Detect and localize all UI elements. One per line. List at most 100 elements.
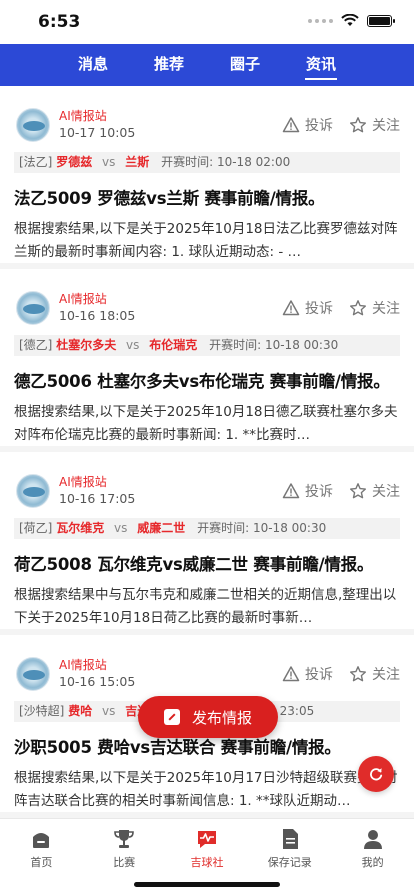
news-card[interactable]: AI情报站 10-17 10:05 投诉 关注 [法乙] 罗德兹 vs 兰斯 开… (0, 86, 414, 269)
kickoff-time: 10-18 00:30 (252, 521, 327, 535)
vs-label: vs (102, 155, 116, 169)
card-actions: 投诉 关注 (282, 664, 400, 684)
follow-label: 关注 (372, 118, 400, 134)
wifi-icon (341, 14, 359, 26)
post-time: 10-16 15:05 (59, 674, 136, 689)
league-tag: [荷乙] (19, 521, 53, 535)
home-team: 罗德兹 (56, 155, 93, 169)
card-actions: 投诉 关注 (282, 115, 400, 135)
report-button[interactable]: 投诉 (282, 115, 333, 135)
avatar[interactable] (16, 657, 50, 691)
post-time: 10-16 18:05 (59, 308, 136, 323)
home-team: 杜塞尔多夫 (56, 338, 117, 352)
match-info-bar: [荷乙] 瓦尔维克 vs 威廉二世 开赛时间: 10-18 00:30 (14, 518, 400, 539)
away-team: 兰斯 (125, 155, 150, 169)
author-name[interactable]: AI情报站 (59, 473, 107, 490)
tabbar-label: 我的 (361, 856, 384, 869)
news-title[interactable]: 德乙5006 杜塞尔多夫vs布伦瑞克 赛事前瞻/情报。 (14, 368, 400, 392)
home-indicator (134, 882, 280, 887)
tabbar-label: 比赛 (113, 856, 136, 869)
news-card[interactable]: AI情报站 10-16 17:05 投诉 关注 [荷乙] 瓦尔维克 vs 威廉二… (0, 452, 414, 635)
avatar[interactable] (16, 108, 50, 142)
report-label: 投诉 (305, 301, 333, 317)
star-icon (350, 117, 366, 133)
status-icons (308, 14, 395, 27)
news-summary[interactable]: 根据搜索结果,以下是关于2025年10月18日法乙比赛罗德兹对阵兰斯的最新时事新… (14, 218, 400, 264)
vs-label: vs (114, 521, 128, 535)
league-tag: [德乙] (19, 338, 53, 352)
warning-triangle-icon (282, 483, 300, 499)
author-name[interactable]: AI情报站 (59, 290, 107, 307)
report-button[interactable]: 投诉 (282, 298, 333, 318)
follow-button[interactable]: 关注 (349, 298, 400, 318)
kickoff-label: 开赛时间: (209, 338, 262, 352)
post-time: 10-16 17:05 (59, 491, 136, 506)
kickoff-label: 开赛时间: (161, 155, 214, 169)
follow-label: 关注 (372, 301, 400, 317)
news-title[interactable]: 荷乙5008 瓦尔维克vs威廉二世 赛事前瞻/情报。 (14, 551, 400, 575)
match-info-bar: [法乙] 罗德兹 vs 兰斯 开赛时间: 10-18 02:00 (14, 152, 400, 173)
star-icon (350, 483, 366, 499)
tab-messages[interactable]: 消息 (55, 44, 131, 86)
card-actions: 投诉 关注 (282, 481, 400, 501)
follow-label: 关注 (372, 667, 400, 683)
avatar[interactable] (16, 474, 50, 508)
document-icon (282, 829, 298, 849)
kickoff-label: 开赛时间: (197, 521, 250, 535)
league-tag: [法乙] (19, 155, 53, 169)
away-team: 布伦瑞克 (149, 338, 198, 352)
status-bar: 6:53 (0, 0, 414, 44)
report-button[interactable]: 投诉 (282, 481, 333, 501)
match-info-bar: [德乙] 杜塞尔多夫 vs 布伦瑞克 开赛时间: 10-18 00:30 (14, 335, 400, 356)
news-summary[interactable]: 根据搜索结果,以下是关于2025年10月18日德乙联赛杜塞尔多夫对阵布伦瑞克比赛… (14, 401, 400, 447)
news-card[interactable]: AI情报站 10-16 18:05 投诉 关注 [德乙] 杜塞尔多夫 vs 布伦… (0, 269, 414, 452)
tabbar-item-profile[interactable]: 我的 (331, 819, 414, 896)
card-header: AI情报站 10-16 18:05 投诉 关注 (14, 269, 400, 335)
card-header: AI情报站 10-17 10:05 投诉 关注 (14, 86, 400, 152)
warning-triangle-icon (282, 300, 300, 316)
kickoff-time: 10-18 00:30 (264, 338, 339, 352)
home-icon (33, 833, 50, 848)
tabbar-item-home[interactable]: 首页 (0, 819, 83, 896)
author-name[interactable]: AI情报站 (59, 656, 107, 673)
tab-recommend[interactable]: 推荐 (131, 44, 207, 86)
refresh-icon (370, 768, 383, 781)
follow-label: 关注 (372, 484, 400, 500)
report-label: 投诉 (305, 667, 333, 683)
kickoff-time: 10-18 02:00 (216, 155, 291, 169)
publish-intel-button[interactable]: 发布情报 (138, 696, 278, 738)
report-label: 投诉 (305, 118, 333, 134)
news-title[interactable]: 法乙5009 罗德兹vs兰斯 赛事前瞻/情报。 (14, 185, 400, 209)
follow-button[interactable]: 关注 (349, 115, 400, 135)
author-name[interactable]: AI情报站 (59, 107, 107, 124)
tab-circle[interactable]: 圈子 (207, 44, 283, 86)
star-icon (350, 300, 366, 316)
warning-triangle-icon (282, 117, 300, 133)
post-time: 10-17 10:05 (59, 125, 136, 140)
news-summary[interactable]: 根据搜索结果中与瓦尔韦克和威廉二世相关的近期信息,整理出以下关于2025年10月… (14, 584, 400, 630)
news-summary[interactable]: 根据搜索结果,以下是关于2025年10月17日沙特超级联赛费哈对阵吉达联合比赛的… (14, 767, 400, 813)
follow-button[interactable]: 关注 (349, 664, 400, 684)
tabbar-label: 保存记录 (267, 856, 312, 869)
card-actions: 投诉 关注 (282, 298, 400, 318)
card-header: AI情报站 10-16 15:05 投诉 关注 (14, 635, 400, 701)
star-icon (350, 666, 366, 682)
status-time: 6:53 (38, 12, 81, 32)
publish-label: 发布情报 (191, 708, 252, 727)
signal-icon (308, 18, 333, 23)
vs-label: vs (102, 704, 116, 718)
home-team: 瓦尔维克 (56, 521, 105, 535)
vs-label: vs (126, 338, 140, 352)
refresh-button[interactable] (358, 756, 394, 792)
tab-news[interactable]: 资讯 (283, 44, 359, 86)
tabbar-label: 首页 (30, 856, 53, 869)
tabbar-label: 吉球社 (190, 856, 224, 869)
edit-icon (163, 709, 180, 725)
trophy-icon (114, 830, 134, 848)
avatar[interactable] (16, 291, 50, 325)
report-button[interactable]: 投诉 (282, 664, 333, 684)
follow-button[interactable]: 关注 (349, 481, 400, 501)
league-tag: [沙特超] (19, 704, 65, 718)
user-icon (363, 830, 382, 849)
report-label: 投诉 (305, 484, 333, 500)
